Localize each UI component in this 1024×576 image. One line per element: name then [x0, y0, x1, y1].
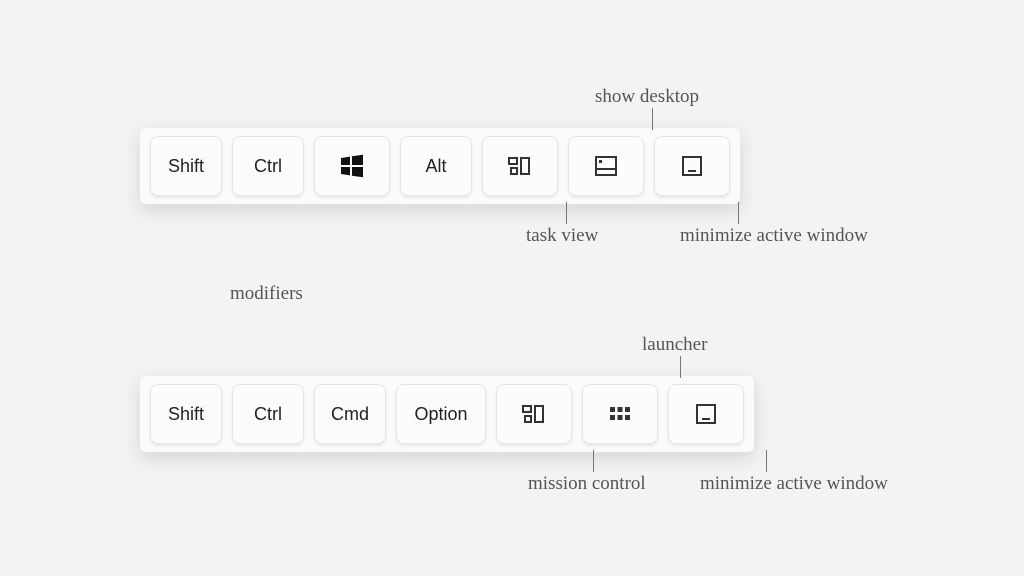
key-label: Shift — [168, 156, 204, 177]
key-cmd[interactable]: Cmd — [314, 384, 386, 444]
key-label: Cmd — [331, 404, 369, 425]
key-label: Ctrl — [254, 156, 282, 177]
annot-show-desktop: show desktop — [595, 86, 699, 108]
launcher-icon — [606, 400, 634, 428]
leader-line — [680, 356, 681, 378]
key-shift[interactable]: Shift — [150, 136, 222, 196]
annot-minimize: minimize active window — [700, 473, 888, 495]
toolbar-mac: Shift Ctrl Cmd Option — [140, 376, 754, 452]
key-option[interactable]: Option — [396, 384, 486, 444]
key-minimize-window[interactable] — [668, 384, 744, 444]
minimize-window-icon — [678, 152, 706, 180]
task-view-icon — [506, 152, 534, 180]
key-ctrl[interactable]: Ctrl — [232, 384, 304, 444]
annot-launcher: launcher — [642, 334, 707, 356]
key-task-view[interactable] — [482, 136, 558, 196]
leader-line — [766, 450, 767, 472]
leader-line — [738, 202, 739, 224]
key-label: Alt — [425, 156, 446, 177]
key-ctrl[interactable]: Ctrl — [232, 136, 304, 196]
leader-line — [566, 202, 567, 224]
section-label: modifiers — [230, 283, 303, 305]
key-label: Shift — [168, 404, 204, 425]
mission-control-icon — [520, 400, 548, 428]
key-show-desktop[interactable] — [568, 136, 644, 196]
key-shift[interactable]: Shift — [150, 384, 222, 444]
toolbar-windows: Shift Ctrl Alt — [140, 128, 740, 204]
leader-line — [652, 108, 653, 130]
key-alt[interactable]: Alt — [400, 136, 472, 196]
key-launcher[interactable] — [582, 384, 658, 444]
annot-task-view: task view — [526, 225, 598, 247]
key-windows[interactable] — [314, 136, 390, 196]
key-mission-control[interactable] — [496, 384, 572, 444]
leader-line — [593, 450, 594, 472]
key-label: Option — [414, 404, 467, 425]
windows-logo-icon — [339, 153, 365, 179]
annot-mission-control: mission control — [528, 473, 646, 495]
key-minimize-window[interactable] — [654, 136, 730, 196]
annot-minimize: minimize active window — [680, 225, 868, 247]
minimize-window-icon — [692, 400, 720, 428]
show-desktop-icon — [592, 152, 620, 180]
key-label: Ctrl — [254, 404, 282, 425]
